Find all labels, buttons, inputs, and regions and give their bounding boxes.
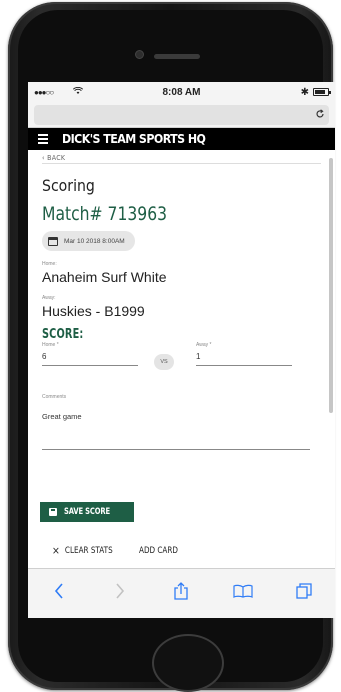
back-arrow-icon[interactable]: [41, 582, 77, 599]
vs-badge: VS: [154, 354, 174, 370]
home-score-input[interactable]: 6: [42, 352, 138, 366]
comments-input[interactable]: Great game: [42, 412, 310, 450]
away-score-field: Away * 1: [196, 342, 292, 366]
page-title: Scoring: [42, 176, 95, 195]
main-content: ‹ BACK Scoring Match# 713963 Mar 10 2018…: [28, 150, 335, 568]
away-score-label: Away *: [196, 342, 212, 348]
status-bar: ●●●○○ 8:08 AM ✱: [28, 82, 335, 102]
match-date-chip: Mar 10 2018 8:00AM: [42, 231, 135, 251]
clear-stats-label: CLEAR STATS: [64, 545, 113, 556]
back-link[interactable]: ‹ BACK: [42, 150, 321, 164]
save-score-label: SAVE SCORE: [64, 507, 110, 517]
home-score-field: Home * 6: [42, 342, 138, 366]
home-button[interactable]: [152, 634, 224, 692]
score-heading: SCORE:: [42, 327, 84, 342]
clear-stats-button[interactable]: × CLEAR STATS: [52, 544, 113, 557]
url-bar[interactable]: [34, 105, 329, 125]
comments-label: Comments: [42, 394, 67, 400]
score-row: Home * 6 VS Away * 1: [42, 342, 321, 378]
secondary-actions: × CLEAR STATS ADD CARD: [52, 544, 185, 557]
bluetooth-icon: ✱: [300, 86, 309, 98]
away-team: Huskies - B1999: [42, 303, 145, 319]
reload-icon[interactable]: [315, 108, 325, 122]
scrollbar[interactable]: [329, 158, 333, 413]
away-label: Away:: [42, 295, 56, 301]
tabs-icon[interactable]: [286, 582, 322, 599]
clock: 8:08 AM: [162, 86, 201, 98]
menu-icon[interactable]: [38, 134, 48, 144]
save-score-button[interactable]: SAVE SCORE: [40, 502, 134, 522]
battery-fill: [315, 90, 325, 94]
front-camera: [135, 50, 144, 59]
save-icon: [49, 508, 57, 516]
add-card-button[interactable]: ADD CARD: [139, 546, 178, 556]
browser-toolbar: [28, 568, 335, 618]
calendar-icon: [48, 236, 58, 246]
home-score-label: Home *: [42, 342, 59, 348]
away-score-input[interactable]: 1: [196, 352, 292, 366]
close-icon: ×: [52, 544, 60, 557]
earpiece-speaker: [154, 54, 200, 59]
home-team: Anaheim Surf White: [42, 269, 167, 285]
battery-icon: [313, 88, 331, 96]
match-number: Match# 713963: [42, 203, 168, 225]
match-date: Mar 10 2018 8:00AM: [64, 237, 125, 245]
brand-logo: DICK'S TEAM SPORTS HQ: [62, 132, 206, 146]
home-label: Home:: [42, 261, 57, 267]
browser-url-area: [28, 102, 335, 128]
app-header: DICK'S TEAM SPORTS HQ: [28, 128, 335, 150]
bookmarks-icon[interactable]: [225, 584, 261, 598]
forward-arrow-icon[interactable]: [102, 582, 138, 599]
share-icon[interactable]: [163, 581, 199, 600]
screen: ●●●○○ 8:08 AM ✱ DICK'S TEAM SPORTS HQ ‹ …: [28, 82, 335, 618]
